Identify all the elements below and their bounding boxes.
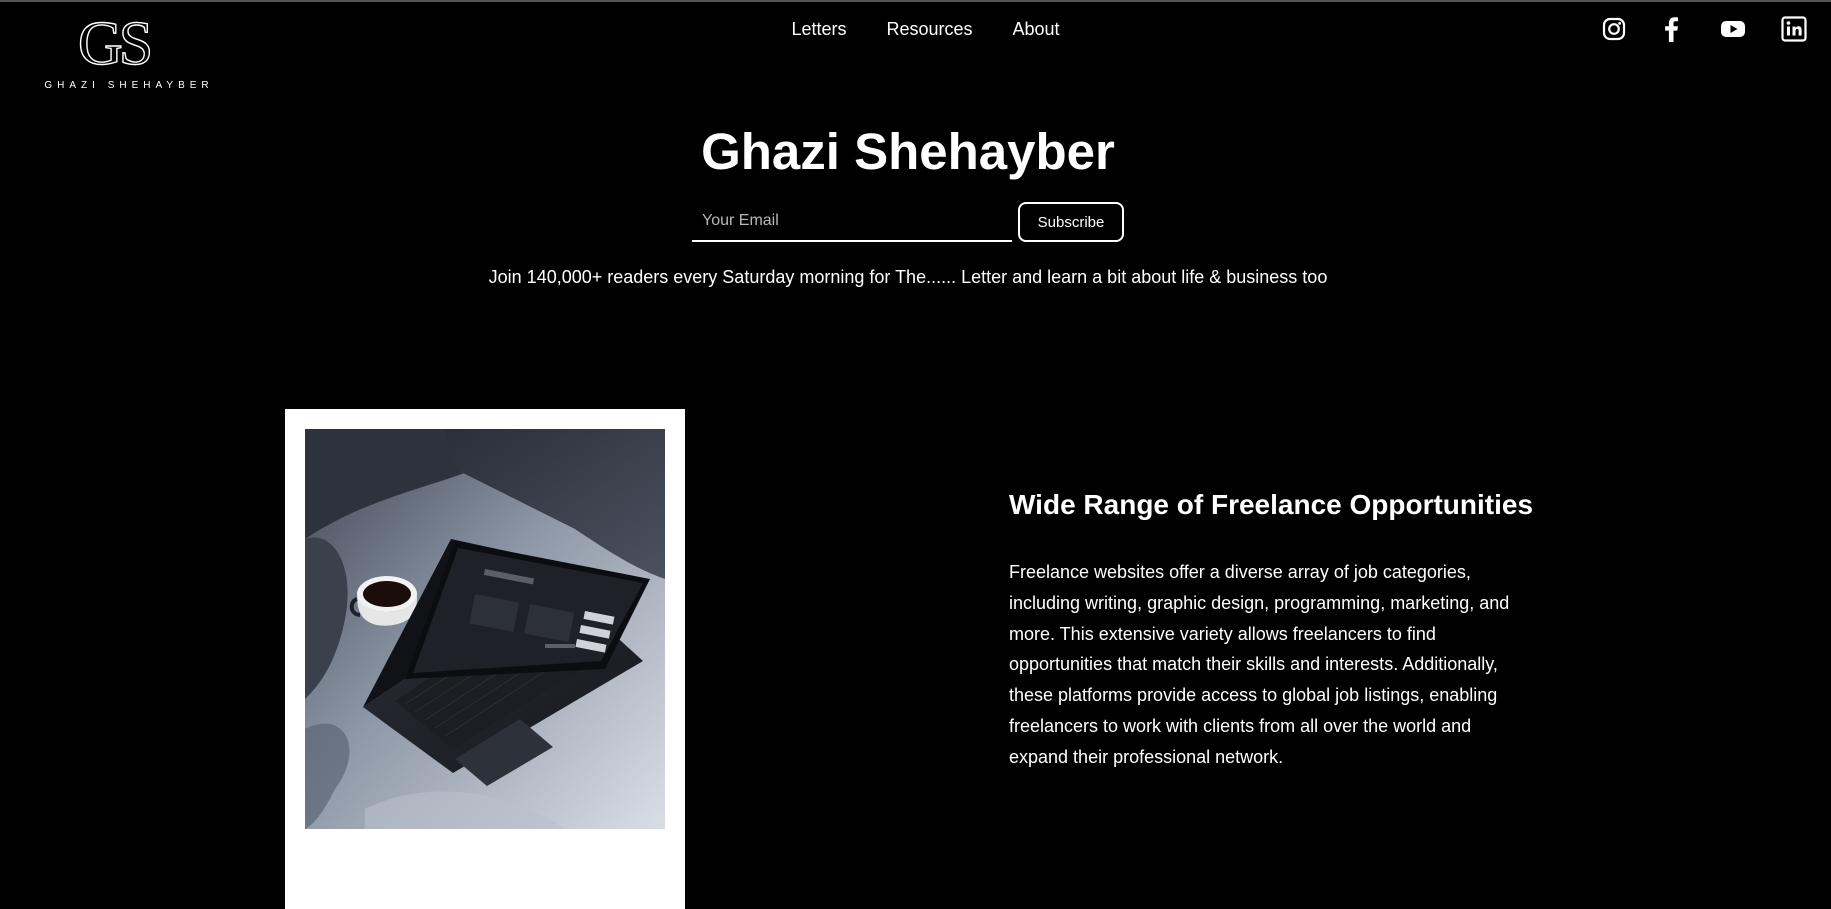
social-links <box>1601 16 1831 44</box>
hero-tagline: Join 140,000+ readers every Saturday mor… <box>488 267 1328 287</box>
logo-wordmark: GHAZI SHEHAYBER <box>44 80 214 91</box>
instagram-icon[interactable] <box>1601 16 1627 42</box>
facebook-icon[interactable] <box>1659 16 1685 42</box>
email-input[interactable] <box>692 202 1012 242</box>
nav-resources[interactable]: Resources <box>886 19 972 40</box>
youtube-icon[interactable] <box>1720 16 1746 42</box>
feature-title: Wide Range of Freelance Opportunities <box>1009 489 1534 520</box>
main-nav: Letters Resources About <box>0 19 1831 40</box>
top-border <box>0 0 1831 2</box>
nav-about[interactable]: About <box>1013 19 1060 40</box>
linkedin-icon[interactable] <box>1781 16 1807 42</box>
feature-image <box>305 429 665 829</box>
nav-letters[interactable]: Letters <box>791 19 846 40</box>
feature-text: Wide Range of Freelance Opportunities Fr… <box>1009 487 1549 773</box>
hero-title: Ghazi Shehayber <box>701 123 1115 180</box>
feature-body: Freelance websites offer a diverse array… <box>1009 562 1510 767</box>
feature-image-frame <box>285 409 685 909</box>
subscribe-form: Subscribe <box>692 202 1124 244</box>
subscribe-button[interactable]: Subscribe <box>1018 202 1124 242</box>
